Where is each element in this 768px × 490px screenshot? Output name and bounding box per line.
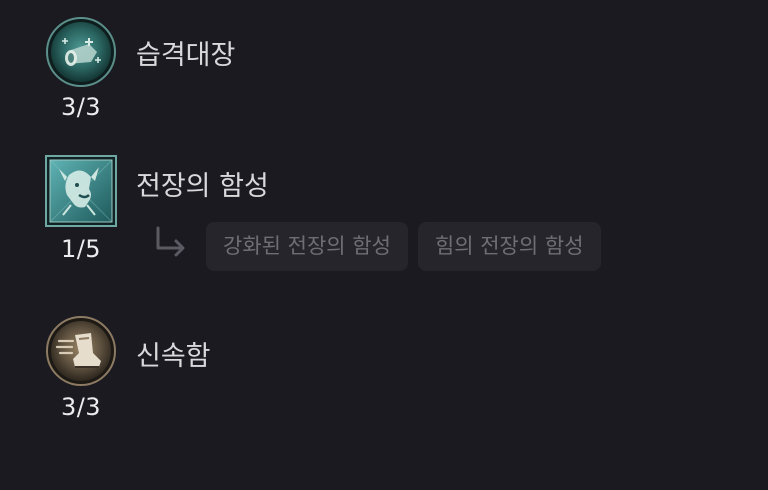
skill-rank: 1/5: [60, 235, 102, 263]
swift-boot-icon[interactable]: [45, 315, 117, 387]
skill-name: 신속함: [136, 341, 211, 372]
skill-rank: 3/3: [60, 93, 102, 121]
skill-name: 습격대장: [136, 40, 236, 71]
modifier-enhanced-war-cry[interactable]: 강화된 전장의 함성: [206, 222, 408, 271]
modifier-list: 강화된 전장의 함성 힘의 전장의 함성: [206, 222, 601, 271]
skill-name: 전장의 함성: [136, 171, 269, 202]
war-cry-icon[interactable]: [45, 155, 117, 227]
charge-horn-icon[interactable]: [45, 16, 117, 88]
charge-horn-icon-graphic: [46, 17, 116, 87]
war-cry-icon-graphic: [45, 155, 117, 227]
branch-arrow-icon: [152, 225, 192, 261]
modifier-power-war-cry[interactable]: 힘의 전장의 함성: [417, 222, 601, 271]
swift-boot-icon-graphic: [46, 316, 116, 386]
skill-rank: 3/3: [60, 393, 102, 421]
